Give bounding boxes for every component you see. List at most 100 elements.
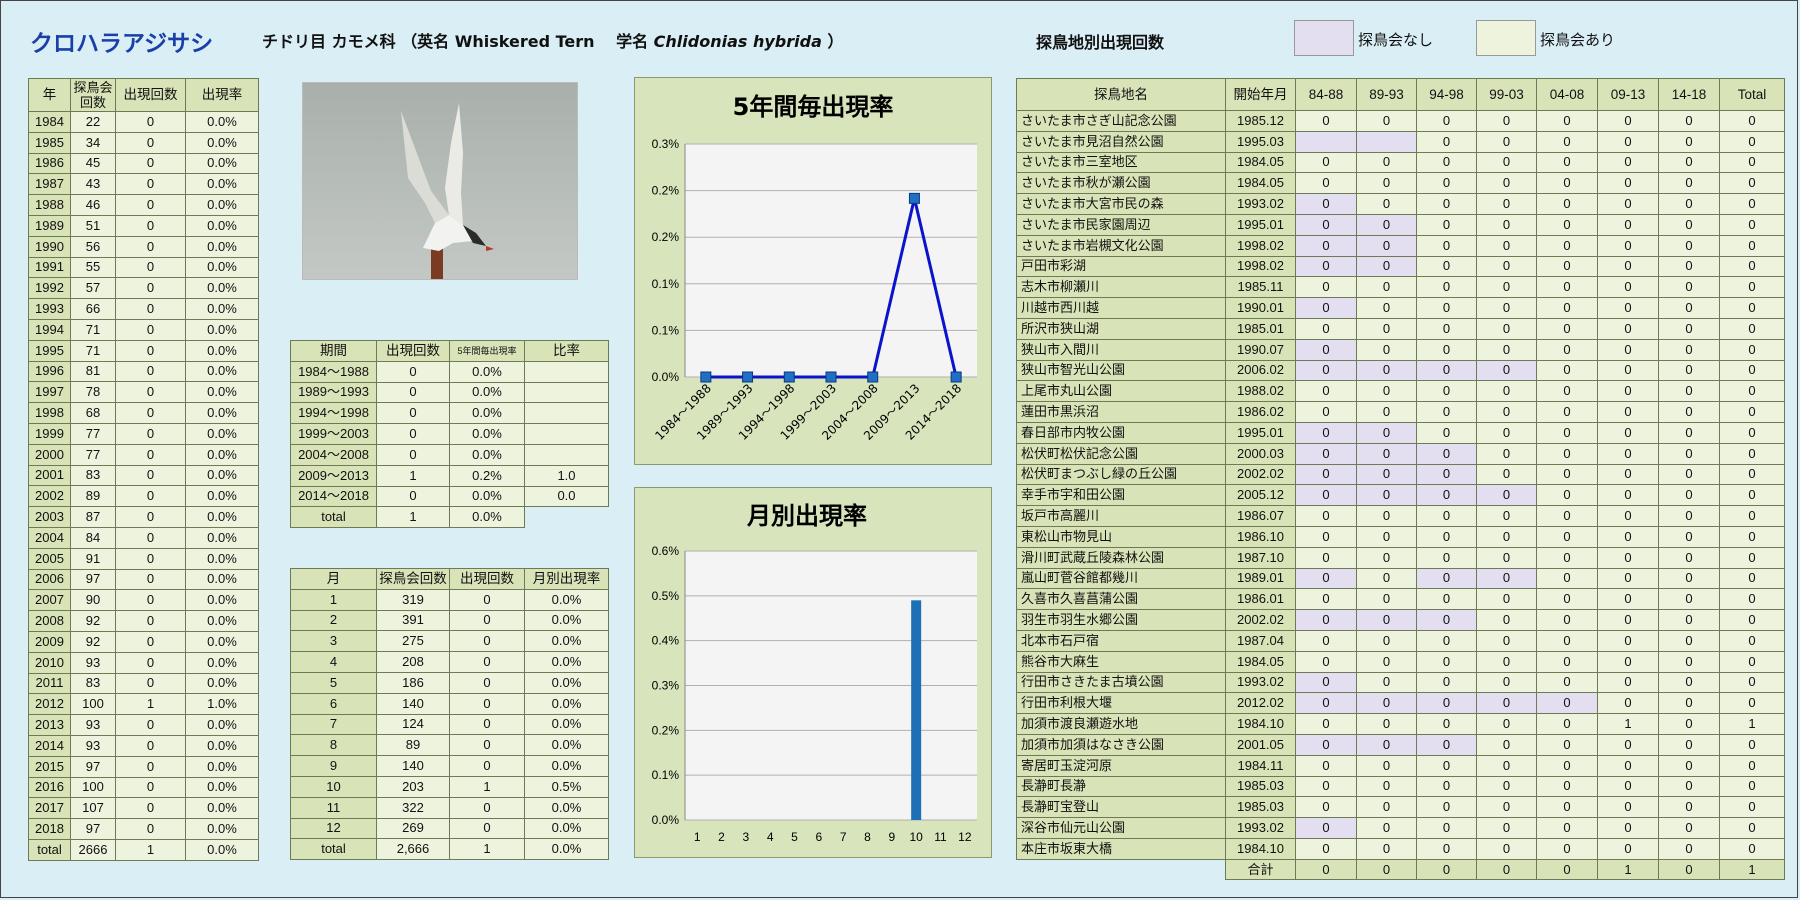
table-cell: 56 (70, 235, 116, 258)
data-point (825, 371, 837, 383)
site-row: 寄居町玉淀河原 1984.11 0 0 0 0 0 0 0 0 (1016, 754, 1785, 777)
site-count-cell: 0 (1295, 359, 1357, 382)
site-row: 志木市柳瀬川 1985.11 0 0 0 0 0 0 0 0 (1016, 276, 1785, 299)
site-count-cell: 0 (1597, 151, 1659, 174)
site-start-cell: 1993.02 (1225, 817, 1296, 839)
site-count-cell: 0 (1597, 588, 1659, 611)
chart-title: 5年間毎出現率 (733, 93, 894, 121)
site-count-cell: 0 (1597, 234, 1659, 257)
col-header-month-rate: 月別出現率 (524, 568, 609, 590)
table-cell: 0 (115, 256, 186, 279)
site-row: 羽生市羽生水郷公園 2002.02 0 0 0 0 0 0 0 0 (1016, 609, 1785, 631)
table-cell: 0 (115, 339, 186, 362)
table-row: 7 124 0 0.0% (290, 713, 609, 736)
table-cell: 81 (70, 360, 116, 383)
site-count-cell: 0 (1416, 671, 1477, 694)
site-count-cell: 0 (1416, 401, 1477, 423)
site-name-cell: 狭山市入間川 (1016, 338, 1226, 361)
site-count-cell: 0 (1356, 442, 1417, 465)
site-count-cell: 0 (1597, 754, 1659, 777)
site-count-cell: 0 (1597, 401, 1659, 423)
site-count-cell: 0 (1356, 172, 1417, 195)
site-count-cell: 0 (1536, 817, 1598, 839)
site-count-cell: 0 (1719, 234, 1785, 257)
site-row: 所沢市狭山湖 1985.01 0 0 0 0 0 0 0 0 (1016, 317, 1785, 340)
table-cell: 0 (115, 526, 186, 549)
site-count-cell: 0 (1719, 317, 1785, 340)
site-count-cell: 0 (1356, 484, 1417, 507)
site-count-cell: 0 (1658, 692, 1720, 715)
site-count-cell: 0 (1658, 650, 1720, 673)
table-cell: 1.0% (185, 693, 259, 716)
site-count-cell: 0 (1719, 172, 1785, 195)
order-family: チドリ目 カモメ科 (262, 32, 396, 51)
site-row: さいたま市見沼自然公園 1995.03 0 0 0 0 0 0 (1016, 130, 1785, 153)
table-cell: 1 (449, 838, 525, 861)
site-count-cell: 0 (1597, 213, 1659, 236)
table-cell: 2010 (28, 651, 71, 674)
table-cell (524, 360, 609, 383)
table-row: 1 319 0 0.0% (290, 588, 609, 611)
site-row: 長瀞町長瀞 1985.03 0 0 0 0 0 0 0 0 (1016, 775, 1785, 798)
site-count-cell: 0 (1658, 338, 1720, 361)
table-cell: 0 (115, 194, 186, 216)
site-count-cell: 0 (1416, 255, 1477, 278)
table-cell: 2,666 (376, 838, 450, 861)
table-cell: 107 (70, 797, 116, 820)
site-row: 行田市さきたま古墳公園 1993.02 0 0 0 0 0 0 0 0 (1016, 671, 1785, 694)
name-suffix: ） (821, 32, 844, 51)
site-start-cell: 1986.01 (1225, 588, 1296, 611)
site-count-cell: 0 (1719, 484, 1785, 507)
site-name-cell: 行田市利根大堰 (1016, 692, 1226, 715)
y-tick-label: 0.0% (652, 813, 680, 827)
table-cell: 1991 (28, 256, 71, 279)
table-cell: 1 (115, 838, 186, 861)
site-name-cell: さいたま市三室地区 (1016, 151, 1226, 174)
table-row: 1989 51 0 0.0% (28, 214, 259, 237)
site-count-cell: 0 (1356, 567, 1417, 590)
site-count-cell: 0 (1356, 317, 1417, 340)
table-cell: 322 (376, 796, 450, 819)
site-count-cell: 0 (1295, 317, 1357, 340)
data-point (700, 371, 712, 383)
site-count-cell: 0 (1476, 775, 1537, 798)
table-row: 2014～2018 0 0.0% 0.0 (290, 485, 609, 508)
site-start-cell: 2000.03 (1225, 442, 1296, 465)
table-cell: 0 (449, 651, 525, 673)
site-count-cell: 0 (1597, 546, 1659, 569)
table-row: 2014 93 0 0.0% (28, 734, 259, 757)
site-total-row: 合計 0 0 0 0 0 1 0 1 (1017, 858, 1785, 881)
site-count-cell: 0 (1476, 276, 1537, 299)
site-section-title: 探鳥地別出現回数 (1036, 33, 1165, 52)
col-header-appearances: 出現回数 (115, 78, 186, 112)
table-cell: 0.0% (185, 111, 259, 133)
col-header-month: 月 (290, 568, 377, 590)
site-count-cell: 0 (1658, 546, 1720, 569)
site-count-cell: 0 (1416, 484, 1477, 507)
table-row: total 2666 1 0.0% (28, 838, 259, 861)
site-count-cell: 0 (1597, 359, 1659, 382)
site-count-cell: 0 (1476, 817, 1537, 839)
site-start-cell: 2006.02 (1225, 359, 1296, 382)
site-count-cell: 0 (1658, 110, 1720, 132)
site-count-cell: 0 (1719, 796, 1785, 819)
table-cell: total (28, 838, 71, 861)
table-row: 9 140 0 0.0% (290, 755, 609, 777)
table-row: 1996 81 0 0.0% (28, 360, 259, 383)
table-row: 4 208 0 0.0% (290, 651, 609, 673)
site-count-cell: 0 (1295, 775, 1357, 798)
x-tick-label: 11 (934, 830, 947, 844)
site-count-cell: 0 (1536, 484, 1598, 507)
site-count-cell: 0 (1416, 193, 1477, 215)
site-count-cell: 1 (1719, 713, 1785, 735)
table-cell: 0 (115, 506, 186, 528)
table-row: 11 322 0 0.0% (290, 796, 609, 819)
site-count-cell: 0 (1536, 380, 1598, 403)
table-cell: 0.0% (185, 797, 259, 820)
table-cell: 0.0% (185, 714, 259, 736)
y-tick-label: 0.1% (652, 277, 680, 291)
site-count-cell: 0 (1476, 671, 1537, 694)
site-count-cell: 0 (1719, 421, 1785, 444)
site-name-cell: 松伏町松伏記念公園 (1016, 442, 1226, 465)
site-row: 松伏町まつぶし緑の丘公園 2002.02 0 0 0 0 0 0 0 0 (1016, 463, 1785, 486)
